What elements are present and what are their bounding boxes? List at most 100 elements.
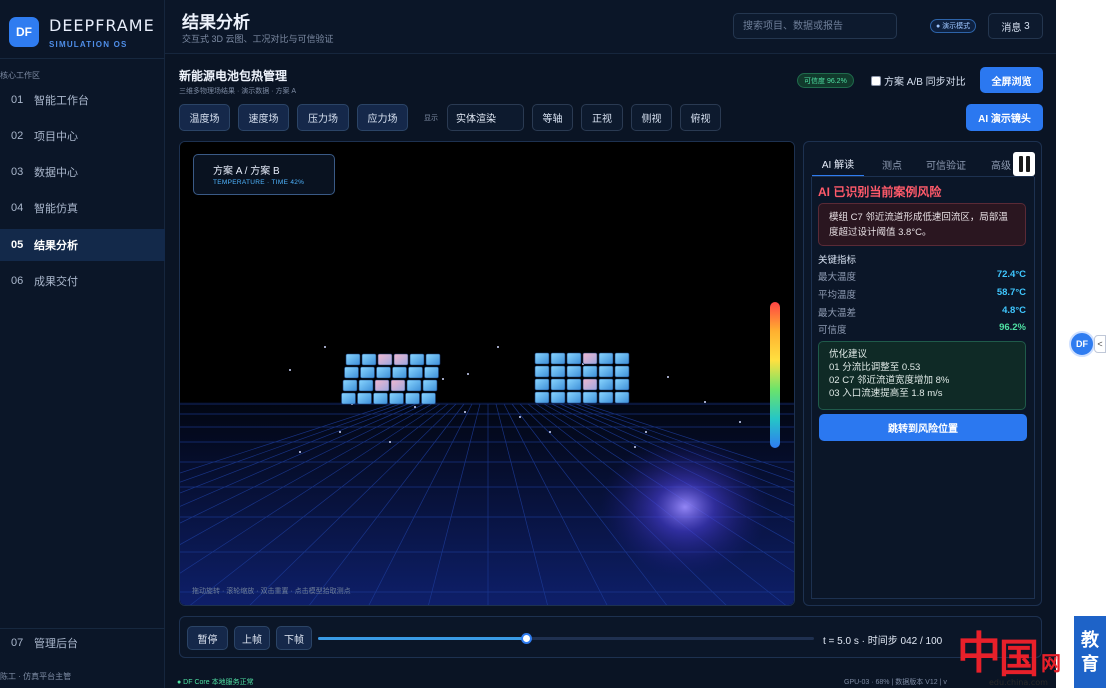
battery-cell bbox=[566, 378, 582, 391]
sidebar-item-num: 07 bbox=[11, 637, 24, 649]
sidebar-item-results[interactable]: 05 结果分析 bbox=[0, 229, 165, 261]
timeline-knob[interactable] bbox=[521, 633, 533, 644]
pause-button[interactable]: 暂停 bbox=[187, 626, 228, 650]
battery-cell bbox=[344, 366, 359, 379]
metric-label: 可信度 bbox=[818, 325, 847, 336]
edu-char: 教 bbox=[1081, 630, 1099, 650]
particle bbox=[414, 406, 416, 408]
battery-cell bbox=[614, 352, 630, 365]
app-root: DF DEEPFRAME SIMULATION OS 核心工作区 01 智能工作… bbox=[0, 0, 1106, 688]
prev-frame-button[interactable]: 上帧 bbox=[234, 626, 270, 650]
suggestion-item: 03 入口流速提高至 1.8 m/s bbox=[829, 388, 943, 399]
battery-cell bbox=[377, 353, 393, 366]
sidebar-item-label: 管理后台 bbox=[34, 638, 78, 650]
checkbox-box[interactable] bbox=[871, 75, 881, 86]
risk-description: 模组 C7 邻近流道形成低速回流区，局部温度超过设计阈值 3.8°C。 bbox=[818, 203, 1026, 246]
assistant-float-button[interactable]: DF bbox=[1069, 331, 1095, 357]
sidebar-item-num: 02 bbox=[11, 130, 24, 142]
view-iso-button[interactable]: 等轴 bbox=[532, 104, 573, 131]
sidebar-group-label: 核心工作区 bbox=[0, 71, 40, 80]
metric-label: 最大温差 bbox=[818, 308, 857, 319]
tab-ai-insight[interactable]: AI 解读 bbox=[812, 152, 864, 177]
battery-cell bbox=[582, 391, 598, 404]
battery-cell bbox=[408, 366, 423, 379]
tab-advanced[interactable]: 高级 bbox=[991, 152, 1011, 177]
particle bbox=[442, 378, 444, 380]
sidebar-item-num: 05 bbox=[11, 239, 24, 251]
timeline-progress bbox=[318, 637, 527, 640]
next-frame-button[interactable]: 下帧 bbox=[276, 626, 312, 650]
particle bbox=[324, 346, 326, 348]
field-velocity-button[interactable]: 速度场 bbox=[238, 104, 289, 131]
sidebar-item-admin[interactable]: 07 管理后台 bbox=[0, 627, 165, 659]
battery-cell bbox=[582, 378, 598, 391]
field-pressure-button[interactable]: 压力场 bbox=[297, 104, 349, 131]
particle bbox=[497, 346, 499, 348]
view-top-button[interactable]: 俯视 bbox=[680, 104, 721, 131]
time-readout: t = 5.0 s · 时间步 042 / 100 bbox=[823, 636, 943, 647]
ai-demo-camera-button[interactable]: AI 演示镜头 bbox=[966, 104, 1043, 131]
sidebar-item-num: 01 bbox=[11, 94, 24, 106]
watermark-logo-glyph-2: 国 bbox=[999, 635, 1039, 682]
battery-cell bbox=[342, 379, 358, 392]
sidebar-item-label: 结果分析 bbox=[34, 240, 78, 252]
sidebar-item-workbench[interactable]: 01 智能工作台 bbox=[0, 84, 165, 116]
system-info: GPU-03 · 68% | 数据版本 V12 | v bbox=[844, 679, 947, 686]
metric-label: 最大温度 bbox=[818, 272, 857, 283]
particle bbox=[289, 369, 291, 371]
battery-cell bbox=[534, 352, 550, 365]
metric-value: 96.2% bbox=[999, 322, 1026, 333]
page-title: 结果分析 bbox=[182, 13, 250, 32]
status-bar: ● DF Core 本地服务正常 GPU-03 · 68% | 数据版本 V12… bbox=[165, 675, 1056, 688]
battery-cell bbox=[373, 392, 388, 405]
battery-cell bbox=[582, 365, 598, 378]
battery-cell bbox=[393, 353, 409, 366]
view-side-button[interactable]: 侧视 bbox=[631, 104, 672, 131]
scheme-label-box: 方案 A / 方案 B TEMPERATURE · TIME 42% bbox=[193, 154, 335, 195]
watermark-logo-net: 网 bbox=[1041, 651, 1061, 675]
tab-verification[interactable]: 可信验证 bbox=[926, 152, 966, 177]
brand-subtitle: SIMULATION OS bbox=[49, 40, 128, 49]
scene-canvas[interactable] bbox=[180, 142, 795, 606]
sidebar-item-label: 数据中心 bbox=[34, 167, 78, 179]
particle bbox=[464, 411, 466, 413]
search-input[interactable] bbox=[733, 13, 897, 39]
tab-probes[interactable]: 测点 bbox=[882, 152, 902, 177]
battery-cell bbox=[361, 353, 377, 366]
3d-viewport[interactable]: 方案 A / 方案 B TEMPERATURE · TIME 42% 拖动旋转 … bbox=[179, 141, 795, 606]
suggestion-item: 02 C7 邻近流道宽度增加 8% bbox=[829, 375, 950, 386]
messages-button[interactable]: 消息 3 bbox=[988, 13, 1043, 39]
view-front-button[interactable]: 正视 bbox=[581, 104, 623, 131]
battery-cell bbox=[345, 353, 361, 366]
sidebar: DF DEEPFRAME SIMULATION OS 核心工作区 01 智能工作… bbox=[0, 0, 165, 688]
battery-cell bbox=[421, 392, 436, 405]
pause-overlay-icon[interactable] bbox=[1013, 152, 1035, 176]
panel-tabs: AI 解读 测点 可信验证 高级 bbox=[812, 152, 1040, 177]
timeline-slider[interactable] bbox=[318, 633, 814, 644]
battery-cell bbox=[534, 391, 550, 404]
jump-to-risk-button[interactable]: 跳转到风险位置 bbox=[819, 414, 1027, 441]
project-subtitle: 三维多物理场结果 · 演示数据 · 方案 A bbox=[179, 88, 297, 95]
field-stress-button[interactable]: 应力场 bbox=[357, 104, 408, 131]
user-footer: 陈工 · 仿真平台主管 bbox=[0, 672, 72, 681]
sidebar-item-projects[interactable]: 02 项目中心 bbox=[0, 120, 165, 152]
particle bbox=[667, 376, 669, 378]
metric-value: 58.7°C bbox=[996, 287, 1026, 298]
field-temperature-button[interactable]: 温度场 bbox=[179, 104, 230, 131]
messages-count: 3 bbox=[1024, 20, 1030, 32]
sidebar-item-simulation[interactable]: 04 智能仿真 bbox=[0, 192, 165, 224]
battery-cell bbox=[358, 379, 374, 392]
page-subtitle: 交互式 3D 云图、工况对比与可信验证 bbox=[182, 34, 334, 44]
fullscreen-button[interactable]: 全屏浏览 bbox=[980, 67, 1043, 93]
watermark-site: edu.china.com bbox=[989, 678, 1048, 687]
timeline-bar: 暂停 上帧 下帧 t = 5.0 s · 时间步 042 / 100 bbox=[179, 616, 1042, 658]
sidebar-item-delivery[interactable]: 06 成果交付 bbox=[0, 265, 165, 297]
ab-compare-checkbox[interactable]: 方案 A/B 同步对比 bbox=[871, 73, 966, 88]
particle bbox=[634, 446, 636, 448]
battery-cell bbox=[374, 379, 390, 392]
sidebar-item-data[interactable]: 03 数据中心 bbox=[0, 156, 165, 188]
render-mode-select[interactable]: 实体渲染 bbox=[447, 104, 524, 131]
battery-cell bbox=[390, 379, 406, 392]
battery-cell bbox=[614, 378, 630, 391]
collapse-arrow-icon[interactable]: < bbox=[1094, 335, 1106, 353]
